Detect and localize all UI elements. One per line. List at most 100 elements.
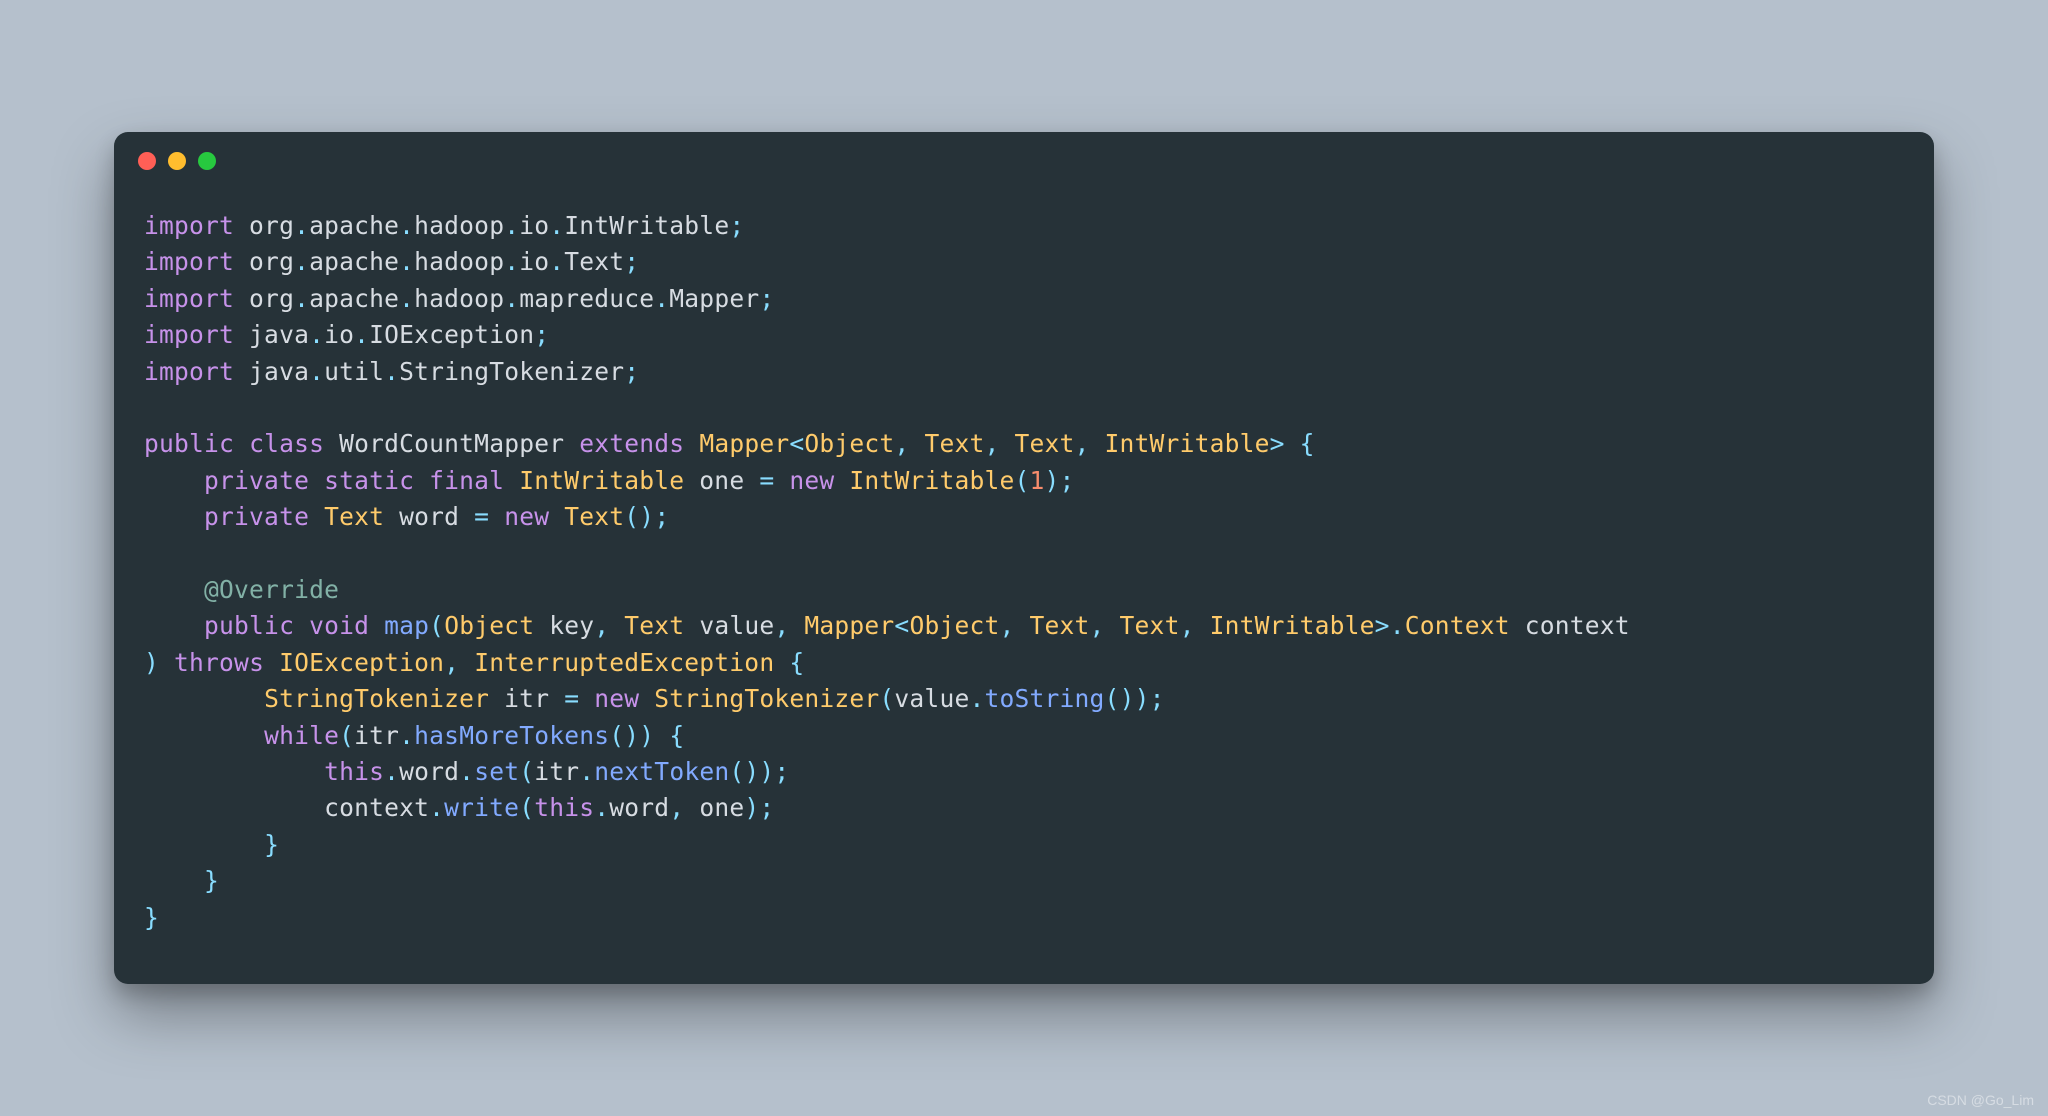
code-token: ; — [624, 247, 639, 276]
code-token: util — [324, 357, 384, 386]
code-token — [654, 721, 669, 750]
code-token: } — [264, 830, 279, 859]
code-token: ( — [624, 502, 639, 531]
code-token: . — [309, 320, 324, 349]
code-token: toString — [984, 684, 1104, 713]
code-token: new — [789, 466, 834, 495]
code-token — [414, 466, 429, 495]
code-token: . — [504, 247, 519, 276]
code-token: , — [594, 611, 624, 640]
code-token: itr — [354, 721, 399, 750]
code-token — [144, 793, 324, 822]
code-token: map — [384, 611, 429, 640]
code-token: Object — [909, 611, 999, 640]
code-token: , — [669, 793, 699, 822]
code-token: . — [504, 211, 519, 240]
code-token: set — [474, 757, 519, 786]
code-token: Mapper — [804, 611, 894, 640]
code-token — [369, 611, 384, 640]
code-token: . — [594, 793, 609, 822]
code-token: . — [294, 247, 309, 276]
code-token: import — [144, 211, 234, 240]
maximize-icon[interactable] — [198, 152, 216, 170]
code-token: ) — [1120, 684, 1135, 713]
code-token: Text — [564, 247, 624, 276]
code-token: ( — [339, 721, 354, 750]
code-token: this — [324, 757, 384, 786]
code-token — [309, 502, 324, 531]
code-token: < — [789, 429, 804, 458]
code-token: ; — [774, 757, 789, 786]
code-token — [159, 648, 174, 677]
code-token: Context — [1405, 611, 1510, 640]
code-token: } — [204, 866, 219, 895]
code-token: ; — [729, 211, 744, 240]
code-token — [504, 466, 519, 495]
code-token: ) — [639, 721, 654, 750]
code-token: itr — [489, 684, 564, 713]
code-token: private — [204, 466, 309, 495]
code-token: Text — [924, 429, 984, 458]
code-token: , — [1180, 611, 1210, 640]
code-token — [144, 830, 264, 859]
code-token: IntWritable — [519, 466, 684, 495]
code-token: hadoop — [414, 284, 504, 313]
close-icon[interactable] — [138, 152, 156, 170]
code-token: public — [204, 611, 294, 640]
code-token: org — [234, 284, 294, 313]
code-token — [144, 611, 204, 640]
code-token: Text — [324, 502, 384, 531]
code-token: import — [144, 357, 234, 386]
code-token: ; — [534, 320, 549, 349]
code-token — [834, 466, 849, 495]
minimize-icon[interactable] — [168, 152, 186, 170]
code-token: > — [1375, 611, 1390, 640]
code-token: java — [234, 320, 309, 349]
code-token: throws — [174, 648, 264, 677]
code-token: org — [234, 247, 294, 276]
code-token: word — [609, 793, 669, 822]
code-token: . — [354, 320, 369, 349]
code-token — [144, 502, 204, 531]
code-token: StringTokenizer — [654, 684, 879, 713]
code-token: , — [774, 611, 804, 640]
code-token: private — [204, 502, 309, 531]
code-token: apache — [309, 284, 399, 313]
code-token — [774, 648, 789, 677]
code-token — [579, 684, 594, 713]
code-token: ; — [759, 793, 774, 822]
code-token: ( — [729, 757, 744, 786]
code-token: , — [984, 429, 1014, 458]
code-token: { — [1300, 429, 1315, 458]
code-token: import — [144, 247, 234, 276]
code-token: > — [1270, 429, 1285, 458]
code-token: import — [144, 320, 234, 349]
code-token — [264, 648, 279, 677]
code-token: . — [384, 357, 399, 386]
code-token: Text — [624, 611, 684, 640]
code-token — [144, 684, 264, 713]
code-token — [144, 757, 324, 786]
code-token: hadoop — [414, 211, 504, 240]
code-token: ; — [1150, 684, 1165, 713]
code-token: ) — [744, 793, 759, 822]
code-token: . — [549, 247, 564, 276]
code-token: Text — [564, 502, 624, 531]
code-token: , — [1090, 611, 1120, 640]
code-token: import — [144, 284, 234, 313]
code-token: ( — [1015, 466, 1030, 495]
code-token — [294, 611, 309, 640]
code-token: ; — [624, 357, 639, 386]
code-token: ( — [1105, 684, 1120, 713]
code-token: , — [894, 429, 924, 458]
code-token: IntWritable — [1105, 429, 1270, 458]
code-token: . — [459, 757, 474, 786]
code-block: import org.apache.hadoop.io.IntWritable;… — [114, 190, 1934, 984]
code-token — [144, 866, 204, 895]
code-token: { — [789, 648, 804, 677]
code-token: word — [384, 502, 474, 531]
code-token: @Override — [204, 575, 339, 604]
code-token: extends — [579, 429, 684, 458]
code-token: new — [594, 684, 639, 713]
code-token — [144, 721, 264, 750]
